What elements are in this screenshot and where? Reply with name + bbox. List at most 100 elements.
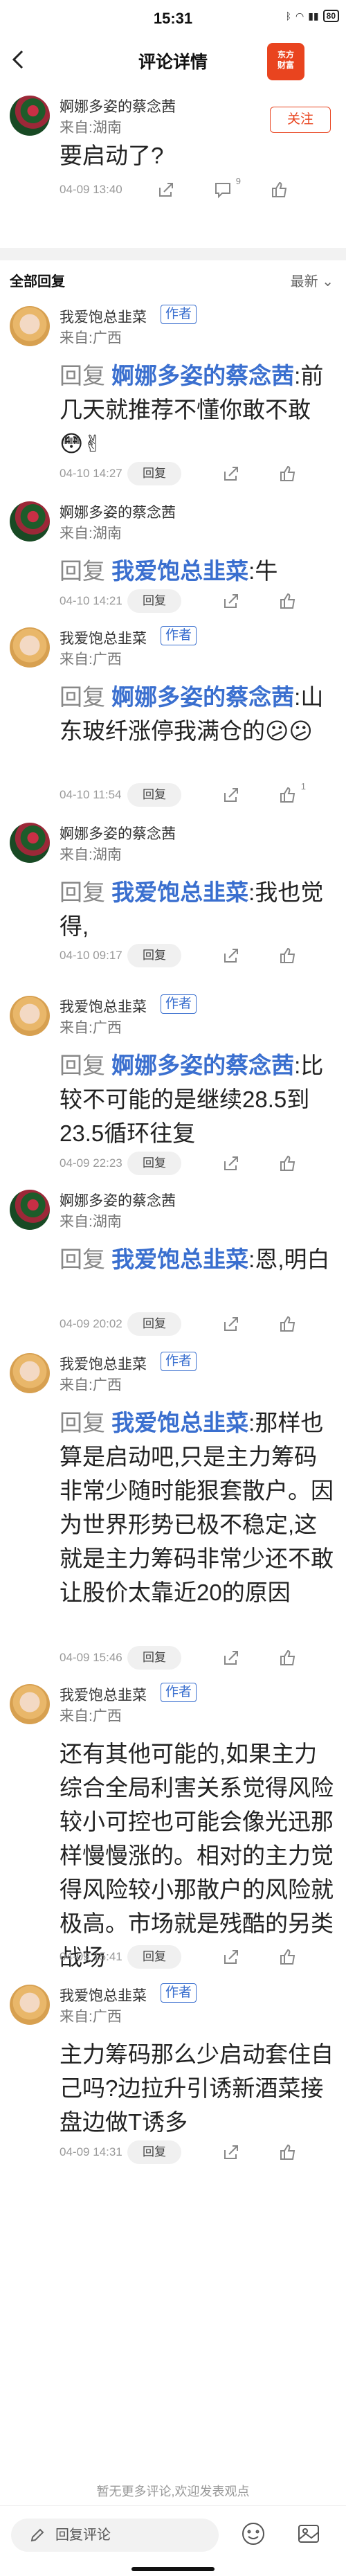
like-button[interactable]: [277, 1313, 299, 1335]
share-icon: [224, 1156, 238, 1170]
avatar[interactable]: [10, 1684, 50, 1724]
reply-author-name[interactable]: 婀娜多姿的蔡念茜: [60, 501, 176, 522]
thumbs-up-icon: [280, 787, 295, 803]
share-icon: [224, 2145, 238, 2159]
reply-location: 来自:广西: [60, 1377, 122, 1393]
reply-meta: 04-10 09:17 回复: [60, 943, 339, 968]
reply-input-placeholder: 回复评论: [55, 2528, 111, 2543]
nav-bar: 评论详情 东方 财富: [0, 36, 346, 89]
avatar[interactable]: [10, 823, 50, 863]
share-button[interactable]: [220, 463, 242, 485]
avatar[interactable]: [10, 96, 50, 136]
avatar[interactable]: [10, 306, 50, 346]
share-button[interactable]: [155, 179, 177, 201]
comment-icon: [215, 183, 230, 199]
comment-count-button[interactable]: 9: [212, 176, 241, 201]
author-badge: 作者: [161, 1352, 197, 1371]
reply-input[interactable]: 回复评论: [11, 2519, 219, 2552]
emoji-button[interactable]: [239, 2520, 267, 2548]
avatar[interactable]: [10, 1353, 50, 1393]
chevron-down-icon: ⌄: [322, 274, 334, 289]
reply-text-block: 回复 我爱饱总韭菜:牛: [60, 554, 334, 588]
avatar[interactable]: [10, 627, 50, 668]
reply-author-name[interactable]: 我爱饱总韭菜: [60, 627, 147, 648]
bluetooth-icon: ᛒ: [285, 10, 291, 21]
reply-button[interactable]: 回复: [127, 783, 181, 807]
avatar[interactable]: [10, 501, 50, 542]
share-button[interactable]: [220, 1647, 242, 1669]
comment-time: 04-09 13:40: [60, 183, 122, 196]
like-button[interactable]: [277, 1152, 299, 1174]
mentioned-user[interactable]: 我爱饱总韭菜: [111, 558, 248, 584]
like-button[interactable]: 1: [277, 781, 306, 806]
wifi-icon: ◠: [295, 10, 304, 21]
like-button[interactable]: [277, 1647, 299, 1669]
share-button[interactable]: [220, 945, 242, 967]
reply-text-block: 回复 我爱饱总韭菜:我也觉得,: [60, 875, 334, 943]
reply-author-name[interactable]: 婀娜多姿的蔡念茜: [60, 823, 176, 843]
like-button[interactable]: [277, 590, 299, 612]
reply-author-name[interactable]: 婀娜多姿的蔡念茜: [60, 1190, 176, 1210]
avatar[interactable]: [10, 996, 50, 1036]
reply-text: 主力筹码那么少启动套住自己吗?边拉升引诱新酒菜接盘边做T诱多: [60, 2041, 334, 2135]
reply-button[interactable]: 回复: [127, 462, 181, 485]
mentioned-user[interactable]: 我爱饱总韭菜: [111, 1410, 248, 1435]
reply-meta: 04-09 15:41 回复: [60, 1944, 339, 1969]
reply-button[interactable]: 回复: [127, 1945, 181, 1969]
home-indicator: [131, 2567, 215, 2571]
share-button[interactable]: [220, 784, 242, 806]
share-button[interactable]: [220, 1313, 242, 1335]
reply-button[interactable]: 回复: [127, 1152, 181, 1175]
reply-author-name[interactable]: 我爱饱总韭菜: [60, 1684, 147, 1705]
share-icon: [224, 949, 238, 963]
reply-location: 来自:湖南: [60, 847, 122, 863]
mentioned-user[interactable]: 婀娜多姿的蔡念茜: [111, 1053, 294, 1078]
sort-dropdown[interactable]: 最新 ⌄: [291, 270, 334, 290]
share-icon: [224, 1651, 238, 1665]
avatar[interactable]: [10, 1985, 50, 2025]
share-button[interactable]: [220, 1946, 242, 1968]
thumbs-up-icon: [280, 947, 295, 963]
logo-text-line1: 东方: [277, 50, 294, 60]
avatar[interactable]: [10, 1190, 50, 1230]
reply-button[interactable]: 回复: [127, 1646, 181, 1670]
comment-text: 要启动了?: [60, 143, 164, 168]
like-button[interactable]: [268, 179, 291, 201]
reply-author-name[interactable]: 我爱饱总韭菜: [60, 996, 147, 1017]
bottom-bar: 回复评论: [0, 2505, 346, 2576]
commenter-name[interactable]: 婀娜多姿的蔡念茜: [60, 96, 176, 116]
author-badge: 作者: [161, 626, 197, 645]
reply-button[interactable]: 回复: [127, 1312, 181, 1336]
reply-time: 04-10 11:54: [60, 788, 122, 801]
comment-meta: 04-09 13:40 9: [60, 176, 339, 202]
mentioned-user[interactable]: 婀娜多姿的蔡念茜: [111, 363, 294, 388]
reply-time: 04-09 20:02: [60, 1317, 122, 1330]
reply-author-name[interactable]: 我爱饱总韭菜: [60, 1985, 147, 2005]
reply-author-name[interactable]: 我爱饱总韭菜: [60, 1353, 147, 1374]
mentioned-user[interactable]: 我爱饱总韭菜: [111, 1246, 248, 1272]
reply-text-block: 回复 婀娜多姿的蔡念茜:比较不可能的是继续28.5到23.5循环往复: [60, 1048, 334, 1150]
share-button[interactable]: [220, 2141, 242, 2163]
follow-button[interactable]: 关注: [270, 107, 331, 133]
reply-text-block: 回复 婀娜多姿的蔡念茜:山东玻纤涨停我满仓的😕😕: [60, 680, 334, 748]
image-button[interactable]: [295, 2520, 322, 2548]
like-button[interactable]: [277, 2141, 299, 2163]
logo-text-line2: 财富: [277, 60, 294, 70]
reply-author-name[interactable]: 我爱饱总韭菜: [60, 306, 147, 327]
reply-count: 9: [235, 176, 241, 186]
reply-button[interactable]: 回复: [127, 589, 181, 613]
like-button[interactable]: [277, 1946, 299, 1968]
mentioned-user[interactable]: 我爱饱总韭菜: [111, 879, 248, 905]
like-button[interactable]: [277, 945, 299, 967]
reply-prefix: 回复: [60, 684, 105, 710]
like-button[interactable]: [277, 463, 299, 485]
reply-button[interactable]: 回复: [127, 2140, 181, 2164]
reply-location: 来自:广西: [60, 1020, 122, 1036]
reply-location: 来自:湖南: [60, 1214, 122, 1230]
thumbs-up-icon: [272, 181, 287, 197]
share-button[interactable]: [220, 1152, 242, 1174]
share-button[interactable]: [220, 590, 242, 612]
reply-button[interactable]: 回复: [127, 944, 181, 967]
mentioned-user[interactable]: 婀娜多姿的蔡念茜: [111, 684, 294, 710]
status-icons: ᛒ ◠ ▮▮ 80: [286, 10, 339, 22]
